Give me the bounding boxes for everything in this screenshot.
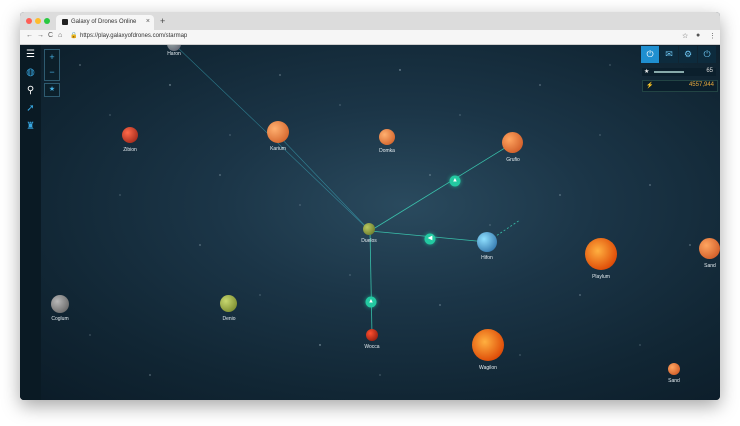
tab-title: Galaxy of Drones Online [71, 19, 137, 25]
planet-label: Wagilon [479, 365, 497, 371]
planet-grufio[interactable] [502, 132, 523, 153]
browser-nav-bar: ← → C ⌂ 🔒 https://play.galaxyofdrones.co… [20, 30, 720, 45]
planet-label: Grufio [506, 157, 520, 163]
favicon-icon [62, 19, 68, 25]
planet-karium[interactable] [267, 121, 289, 143]
zoom-in-button[interactable]: + [45, 50, 59, 65]
ship-icon[interactable]: ◀ [424, 233, 436, 245]
favorite-star-button[interactable]: ★ [44, 83, 60, 97]
menu-icon[interactable]: ☰ [24, 48, 37, 61]
close-window-button[interactable] [26, 18, 32, 24]
maximize-window-button[interactable] [44, 18, 50, 24]
minimize-window-button[interactable] [35, 18, 41, 24]
profile-icon[interactable]: ● [696, 32, 700, 39]
energy-bar: ★ 65 [642, 68, 716, 76]
planet-hifon[interactable] [477, 232, 497, 252]
starmap-viewport[interactable]: ☰ ◍ ⚲ ➚ ♜ + − ★ ⏻ ✉ ⚙ ⏻ ★ 65 ⚡ 4557,944 [20, 45, 720, 400]
browser-window: Galaxy of Drones Online × + ← → C ⌂ 🔒 ht… [20, 12, 720, 400]
settings-icon[interactable]: ⚙ [679, 46, 697, 63]
planet-label: Sand [668, 378, 680, 384]
planet-label: Wocca [364, 344, 380, 350]
planet-duelos[interactable] [363, 223, 375, 235]
logout-icon[interactable]: ⏻ [698, 46, 716, 63]
forward-icon[interactable]: → [37, 32, 44, 39]
planet-label: Sand [704, 263, 716, 269]
home-icon[interactable]: ⌂ [58, 32, 62, 39]
planet-sand[interactable] [699, 238, 720, 259]
planet-label: Domka [379, 148, 395, 154]
reload-icon[interactable]: C [48, 32, 53, 39]
planet-label: Coglum [51, 316, 69, 322]
energy-value: 65 [706, 68, 713, 74]
planet-label: Denio [222, 316, 236, 322]
close-tab-icon[interactable]: × [146, 18, 150, 25]
hud-panel: ⏻ ✉ ⚙ ⏻ ★ 65 ⚡ 4557,944 [639, 46, 719, 98]
lock-icon: 🔒 [70, 33, 78, 39]
planet-denio[interactable] [220, 295, 237, 312]
rocket-icon[interactable]: ➚ [24, 102, 37, 115]
planet-wocca[interactable] [366, 329, 378, 341]
mail-icon[interactable]: ✉ [660, 46, 678, 63]
star-icon: ★ [644, 69, 650, 75]
ship-icon[interactable]: ▲ [449, 175, 461, 187]
credits-value: 4557,944 [688, 82, 714, 88]
satellite-icon[interactable]: ⚲ [24, 84, 37, 97]
game-sidebar: ☰ ◍ ⚲ ➚ ♜ [20, 45, 41, 400]
planet-label: Duelos [361, 238, 377, 244]
planet-label: Haron [167, 51, 181, 57]
browser-menu-icon[interactable]: ⋮ [709, 32, 716, 40]
address-bar[interactable]: 🔒 https://play.galaxyofdrones.com/starma… [70, 32, 680, 42]
bolt-icon: ⚡ [646, 83, 654, 89]
trophy-icon[interactable]: ♜ [24, 120, 37, 133]
planet-wagilon[interactable] [472, 329, 504, 361]
globe-icon[interactable]: ◍ [24, 66, 37, 79]
energy-fill [654, 71, 684, 73]
url-text[interactable]: https://play.galaxyofdrones.com/starmap [80, 33, 187, 39]
planet-label: Playlum [592, 274, 610, 280]
browser-tab-bar: Galaxy of Drones Online × + [20, 12, 720, 30]
ship-icon[interactable]: ▲ [365, 296, 377, 308]
planet-coglum[interactable] [51, 295, 69, 313]
planet-label: Zibion [123, 147, 137, 153]
planet-sand-small[interactable] [668, 363, 680, 375]
planet-label: Karium [270, 146, 286, 152]
power-button[interactable]: ⏻ [641, 46, 659, 63]
new-tab-button[interactable]: + [160, 16, 165, 26]
back-icon[interactable]: ← [26, 32, 33, 39]
planet-domka[interactable] [379, 129, 395, 145]
zoom-out-button[interactable]: − [45, 65, 59, 80]
zoom-control: + − [44, 49, 60, 81]
planet-label: Hifon [481, 255, 493, 261]
browser-tab[interactable]: Galaxy of Drones Online × [56, 15, 154, 30]
planet-zibion[interactable] [122, 127, 138, 143]
planet-playlum[interactable] [585, 238, 617, 270]
credits-box: ⚡ 4557,944 [642, 80, 718, 92]
bookmark-star-icon[interactable]: ☆ [682, 32, 688, 40]
